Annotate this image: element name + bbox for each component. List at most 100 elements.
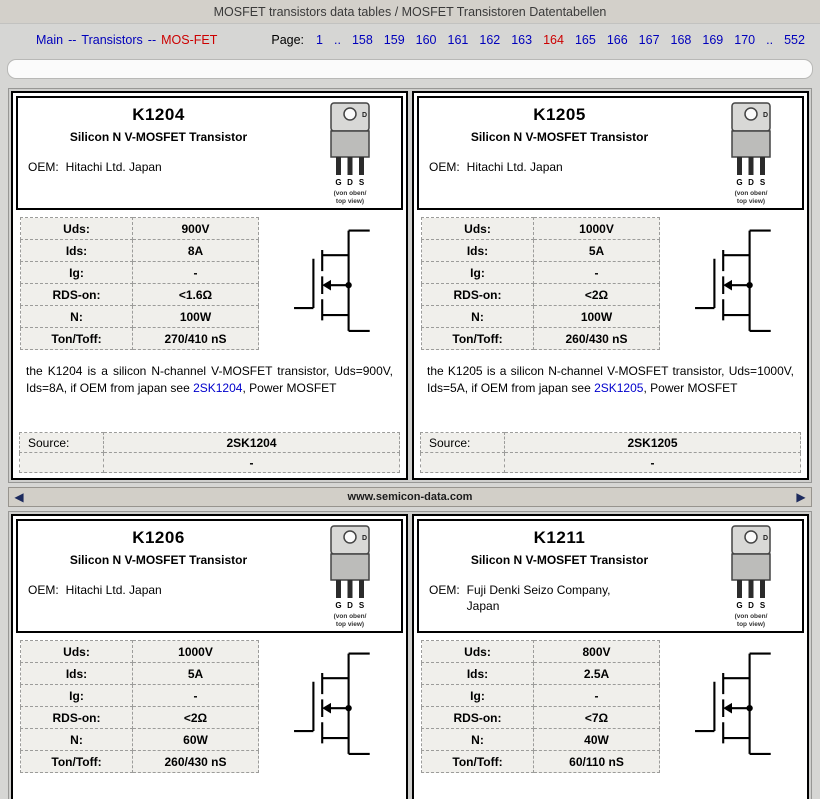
card-header: K1206 Silicon N V-MOSFET Transistor OEM:… <box>16 519 403 633</box>
page-link[interactable]: 552 <box>784 33 805 47</box>
pagination: 1 .. 158 159 160 161 162 163 164 165 166… <box>316 33 805 47</box>
description-text <box>16 773 403 799</box>
spec-value: 270/410 nS <box>132 327 259 350</box>
spec-row: Ton/Toff: 260/430 nS <box>421 327 660 350</box>
page-link[interactable]: 169 <box>702 33 723 47</box>
page-link[interactable]: 167 <box>639 33 660 47</box>
spec-label: Ids: <box>421 662 534 685</box>
spec-row: Ids: 8A <box>20 239 259 262</box>
source-value: 2SK1205 <box>504 432 801 453</box>
package-drawing: D G D S (von oben/ top view) <box>299 98 401 208</box>
page-link[interactable]: 158 <box>352 33 373 47</box>
pin-label-d: D <box>347 601 353 610</box>
spec-value: 40W <box>533 728 660 751</box>
part-type-subtitle: Silicon N V-MOSFET Transistor <box>69 553 248 567</box>
pin-label-s: S <box>359 601 365 610</box>
card-row: K1206 Silicon N V-MOSFET Transistor OEM:… <box>8 511 812 799</box>
spec-label: RDS-on: <box>20 706 133 729</box>
source-label-empty <box>420 452 505 473</box>
oem-label: OEM: <box>28 583 59 597</box>
part-number-title: K1204 <box>132 105 185 124</box>
source-label: Source: <box>19 432 104 453</box>
page-link[interactable]: 1 <box>316 33 323 47</box>
prev-page-arrow-icon[interactable]: ◀ <box>9 488 29 506</box>
spec-value: - <box>132 684 259 707</box>
pin-label-d: D <box>347 178 353 187</box>
spec-row: Ton/Toff: 260/430 nS <box>20 750 259 773</box>
breadcrumb-main-link[interactable]: Main <box>36 33 63 47</box>
spec-value: <2Ω <box>132 706 259 729</box>
part-number-title: K1206 <box>132 528 185 547</box>
source-table: Source: 2SK1204 - <box>19 432 400 473</box>
spec-label: Ig: <box>421 684 534 707</box>
breadcrumb-separator: -- <box>147 33 157 47</box>
package-drawing: D G D S (von oben/ top view) <box>700 98 802 208</box>
card-header: K1211 Silicon N V-MOSFET Transistor OEM:… <box>417 519 804 633</box>
spec-value: <7Ω <box>533 706 660 729</box>
spec-value: 60W <box>132 728 259 751</box>
spec-area: Uds: 800V Ids: 2.5A Ig: - RDS-on: <7Ω N: 40W … <box>417 640 804 773</box>
spec-value: 260/430 nS <box>132 750 259 773</box>
spec-table: Uds: 1000V Ids: 5A Ig: - RDS-on: <2Ω N: 100W … <box>421 217 660 350</box>
view-caption-line1: (von oben/ <box>334 190 367 197</box>
source-label: Source: <box>420 432 505 453</box>
part-link[interactable]: 2SK1205 <box>594 381 643 395</box>
spec-label: Ton/Toff: <box>421 327 534 350</box>
view-caption-line1: (von oben/ <box>735 613 768 620</box>
spec-value: 1000V <box>533 217 660 240</box>
oem-line: OEM: Fuji Denki Seizo Company, Japan <box>429 583 700 614</box>
next-page-arrow-icon[interactable]: ▶ <box>791 488 811 506</box>
page-link[interactable]: 159 <box>384 33 405 47</box>
spec-value: - <box>132 261 259 284</box>
page-link[interactable]: 165 <box>575 33 596 47</box>
spec-label: N: <box>20 305 133 328</box>
pagination-ellipsis: .. <box>333 33 341 47</box>
description-text <box>417 773 804 799</box>
spec-row: Uds: 1000V <box>20 640 259 663</box>
page-header: MOSFET transistors data tables / MOSFET … <box>0 0 820 24</box>
spec-label: RDS-on: <box>421 706 534 729</box>
oem-line: OEM: Hitachi Ltd. Japan <box>429 160 700 176</box>
spec-value: 100W <box>132 305 259 328</box>
page-link[interactable]: 161 <box>448 33 469 47</box>
site-url: www.semicon-data.com <box>347 491 473 503</box>
transistor-card: K1205 Silicon N V-MOSFET Transistor OEM:… <box>412 91 809 480</box>
page-link[interactable]: 168 <box>671 33 692 47</box>
part-type-subtitle: Silicon N V-MOSFET Transistor <box>470 553 649 567</box>
card-header-text: K1206 Silicon N V-MOSFET Transistor OEM:… <box>18 521 299 631</box>
spec-value: 5A <box>132 662 259 685</box>
oem-value: Hitachi Ltd. Japan <box>65 160 162 174</box>
page: MOSFET transistors data tables / MOSFET … <box>0 0 820 799</box>
view-caption-line1: (von oben/ <box>334 613 367 620</box>
source-alt-value: - <box>103 452 400 473</box>
description-text: the K1205 is a silicon N-channel V-MOSFE… <box>417 350 804 432</box>
oem-line: OEM: Hitachi Ltd. Japan <box>28 583 299 599</box>
breadcrumb-separator: -- <box>68 33 77 47</box>
mosfet-symbol-icon <box>660 217 804 350</box>
page-link[interactable]: 160 <box>416 33 437 47</box>
drain-label: D <box>362 112 367 119</box>
spec-label: Uds: <box>20 640 133 663</box>
mosfet-symbol-icon <box>259 217 403 350</box>
spec-label: N: <box>20 728 133 751</box>
source-label-empty <box>19 452 104 473</box>
page-link[interactable]: 162 <box>479 33 500 47</box>
view-caption-line2: top view) <box>737 198 765 205</box>
spec-value: <1.6Ω <box>132 283 259 306</box>
oem-value: Fuji Denki Seizo Company, Japan <box>466 583 611 613</box>
spec-label: N: <box>421 305 534 328</box>
breadcrumb-nav: Main -- Transistors -- MOS-FET Page: 1 .… <box>0 24 820 56</box>
breadcrumb-transistors-link[interactable]: Transistors <box>81 33 142 47</box>
source-value: 2SK1204 <box>103 432 400 453</box>
transistor-card: K1206 Silicon N V-MOSFET Transistor OEM:… <box>11 514 408 799</box>
page-link[interactable]: 170 <box>734 33 755 47</box>
spec-label: Uds: <box>421 217 534 240</box>
page-link[interactable]: 166 <box>607 33 628 47</box>
spec-row: Ids: 2.5A <box>421 662 660 685</box>
part-link[interactable]: 2SK1204 <box>193 381 242 395</box>
spec-value: 260/430 nS <box>533 327 660 350</box>
spec-label: Ton/Toff: <box>20 327 133 350</box>
spec-row: N: 40W <box>421 728 660 751</box>
card-header-text: K1205 Silicon N V-MOSFET Transistor OEM:… <box>419 98 700 208</box>
page-link[interactable]: 163 <box>511 33 532 47</box>
